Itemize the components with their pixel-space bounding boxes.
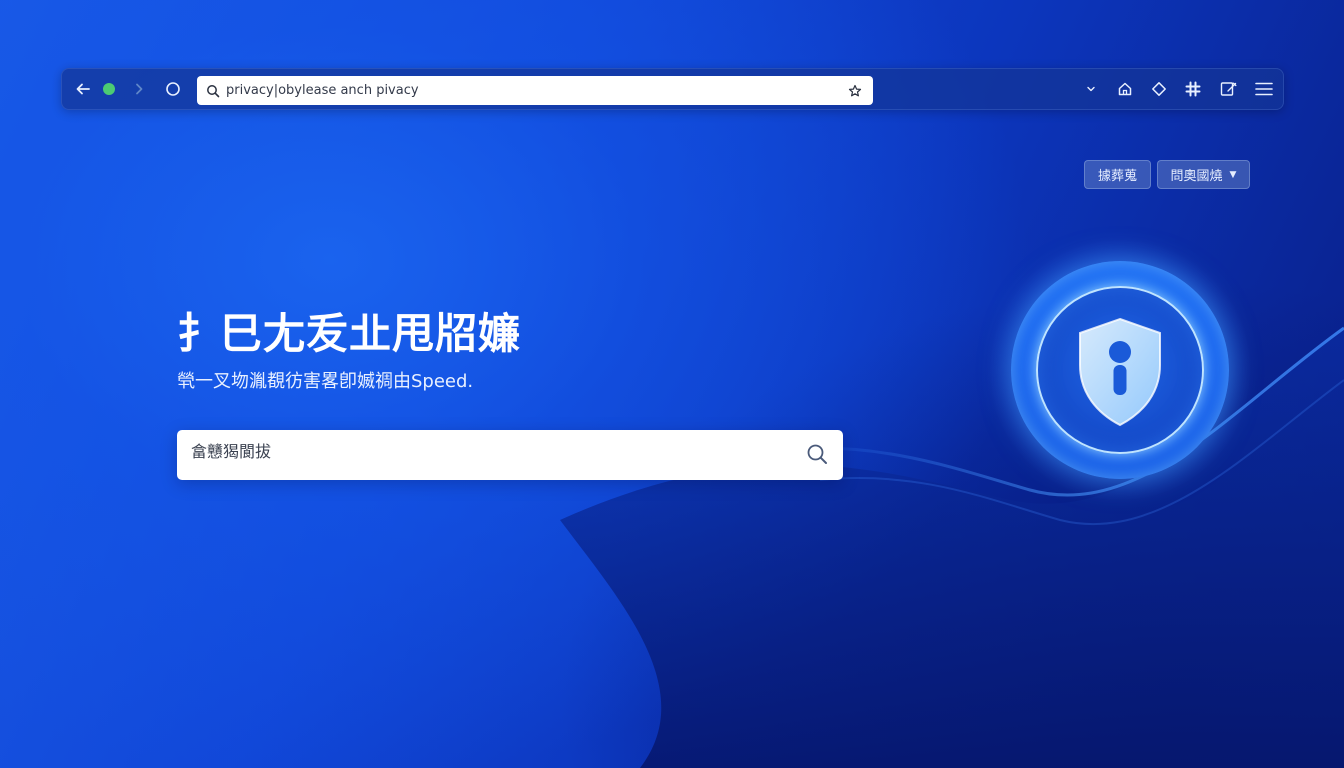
shield-keyhole-icon	[1077, 317, 1163, 431]
url-text: privacy|obyleasе anch pivacy	[226, 83, 419, 98]
status-dot-icon	[103, 83, 115, 95]
main-search-input[interactable]: 畣戇猲閬拔	[177, 430, 843, 480]
address-bar[interactable]: privacy|obyleasе anch pivacy	[197, 76, 873, 105]
extension-diamond-icon[interactable]	[1149, 79, 1169, 99]
menu-icon[interactable]	[1253, 79, 1275, 99]
home-icon[interactable]	[1115, 79, 1135, 99]
top-dropdown-button[interactable]: 問奧國燒 ▼	[1157, 160, 1250, 189]
caret-down-icon: ▼	[1229, 169, 1237, 180]
star-icon[interactable]	[847, 83, 862, 98]
page: privacy|obyleasе anch pivacy 據葬蒐 問奧國燒 ▼	[0, 0, 1344, 768]
top-dropdown-button-label: 問奧國燒	[1170, 169, 1223, 184]
top-action-button-label: 據葬蒐	[1097, 169, 1137, 184]
hash-icon[interactable]	[1183, 79, 1203, 99]
top-action-button[interactable]: 據葬蒐	[1084, 160, 1151, 189]
browser-toolbar: privacy|obyleasе anch pivacy	[61, 68, 1284, 110]
search-icon	[205, 83, 220, 98]
main-search-icon[interactable]	[805, 442, 829, 466]
edit-icon[interactable]	[1219, 79, 1239, 99]
forward-chevron-icon[interactable]	[129, 79, 149, 99]
reload-icon[interactable]	[163, 79, 183, 99]
back-arrow-icon[interactable]	[73, 79, 93, 99]
hero-subtitle: 煢一叉圽湚覩彷害畧卽媙禂由Speed.	[177, 371, 474, 392]
chevron-down-icon[interactable]	[1083, 81, 1099, 97]
hero-title: 扌巳尢叐㐀甩牊嬚	[177, 309, 522, 358]
main-search-placeholder: 畣戇猲閬拔	[191, 442, 272, 461]
